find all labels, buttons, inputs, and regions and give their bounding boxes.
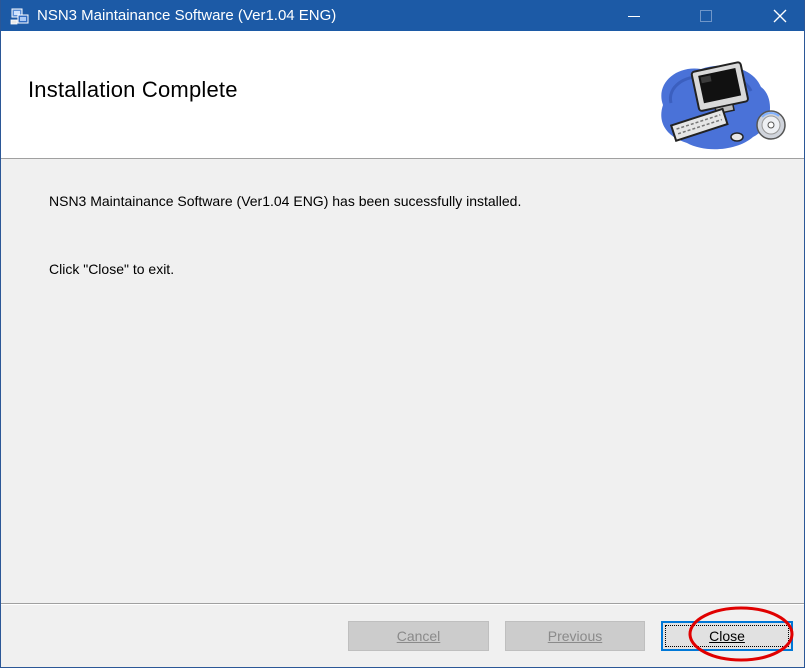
title-bar[interactable]: NSN3 Maintainance Software (Ver1.04 ENG) <box>1 0 804 31</box>
minimize-button[interactable] <box>611 0 657 31</box>
previous-button-label: Previous <box>547 628 603 644</box>
footer-divider <box>1 603 804 605</box>
cancel-button: Cancel <box>348 621 489 651</box>
cancel-button-label: Cancel <box>396 628 441 644</box>
computer-setup-icon <box>661 61 786 150</box>
installer-window: NSN3 Maintainance Software (Ver1.04 ENG)… <box>0 0 805 668</box>
window-title: NSN3 Maintainance Software (Ver1.04 ENG) <box>37 7 337 24</box>
close-window-button[interactable] <box>757 0 803 31</box>
close-icon <box>773 9 787 22</box>
maximize-icon <box>700 9 712 22</box>
previous-button: Previous <box>505 621 645 651</box>
minimize-icon <box>628 15 640 17</box>
highlight-circle <box>688 606 794 662</box>
page-title: Installation Complete <box>28 77 238 102</box>
installer-app-icon <box>10 8 29 25</box>
install-success-message: NSN3 Maintainance Software (Ver1.04 ENG)… <box>49 193 522 209</box>
header-banner: Installation Complete <box>1 31 804 159</box>
maximize-button <box>683 0 729 31</box>
exit-instruction: Click "Close" to exit. <box>49 261 175 277</box>
